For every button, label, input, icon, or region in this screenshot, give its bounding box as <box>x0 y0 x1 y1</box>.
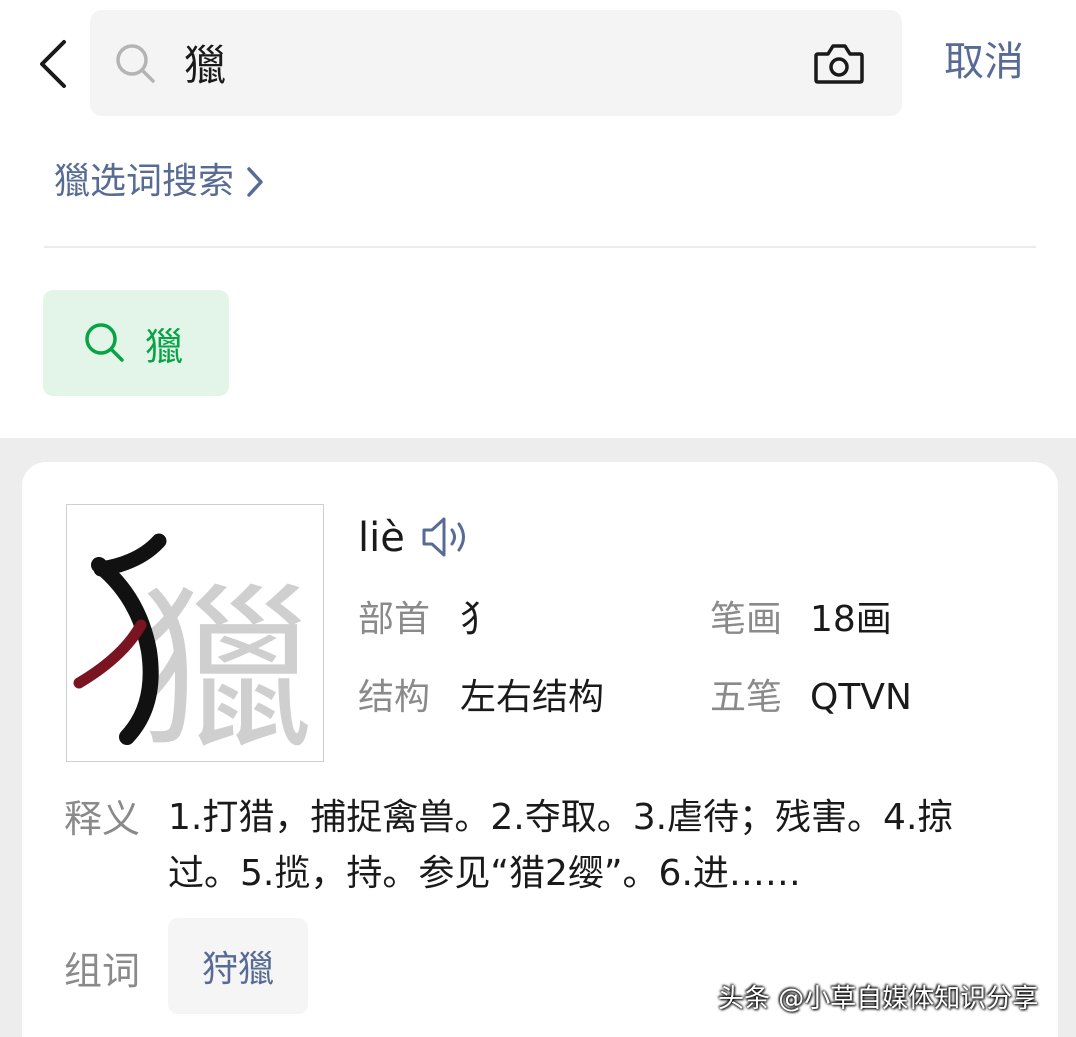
back-button[interactable] <box>30 36 76 92</box>
back-icon <box>40 40 66 88</box>
wubi-value: QTVN <box>810 677 912 718</box>
radical-label: 部首 <box>358 599 431 640</box>
words-label: 组词 <box>64 949 141 993</box>
search-query[interactable]: 獵 <box>184 44 226 88</box>
pinyin: liè <box>358 515 405 561</box>
strokes-value: 18画 <box>810 599 892 640</box>
dictionary-card[interactable]: 獵 liè 部首 犭 笔画 18画 结构 左右结构 五笔 QTVN 释义 1.打… <box>22 462 1058 1037</box>
camera-icon[interactable] <box>812 40 866 88</box>
speaker-icon[interactable] <box>420 514 474 560</box>
select-word-search-label: 獵选词搜索 <box>54 161 235 202</box>
radical-value: 犭 <box>460 599 497 640</box>
definition-text: 1.打猎，捕捉禽兽。2.夺取。3.虐待；残害。4.掠过。5.揽，持。参见“猎2缨… <box>168 797 954 894</box>
search-input[interactable]: 獵 <box>90 10 902 116</box>
wubi-label: 五笔 <box>710 677 783 718</box>
svg-text:獵: 獵 <box>137 568 313 761</box>
search-icon <box>85 323 124 362</box>
suggestion-chip-label: 獵 <box>145 324 184 369</box>
structure-value: 左右结构 <box>460 677 605 718</box>
cancel-button[interactable]: 取消 <box>944 38 1024 86</box>
stroke-order-image[interactable]: 獵 <box>66 504 324 762</box>
watermark: 头条 @小草自媒体知识分享 <box>718 984 1039 1014</box>
word-chip[interactable]: 狩獵 <box>168 918 308 1014</box>
strokes-label: 笔画 <box>710 599 783 640</box>
select-word-search-link[interactable]: 獵选词搜索 <box>54 158 266 206</box>
structure-label: 结构 <box>358 677 431 718</box>
divider <box>44 246 1036 248</box>
suggestion-chip[interactable]: 獵 <box>43 290 229 396</box>
search-header: 獵 取消 獵选词搜索 獵 <box>0 0 1076 438</box>
definition-label: 释义 <box>64 797 141 841</box>
chevron-right-icon <box>247 167 263 197</box>
search-icon <box>116 44 155 83</box>
